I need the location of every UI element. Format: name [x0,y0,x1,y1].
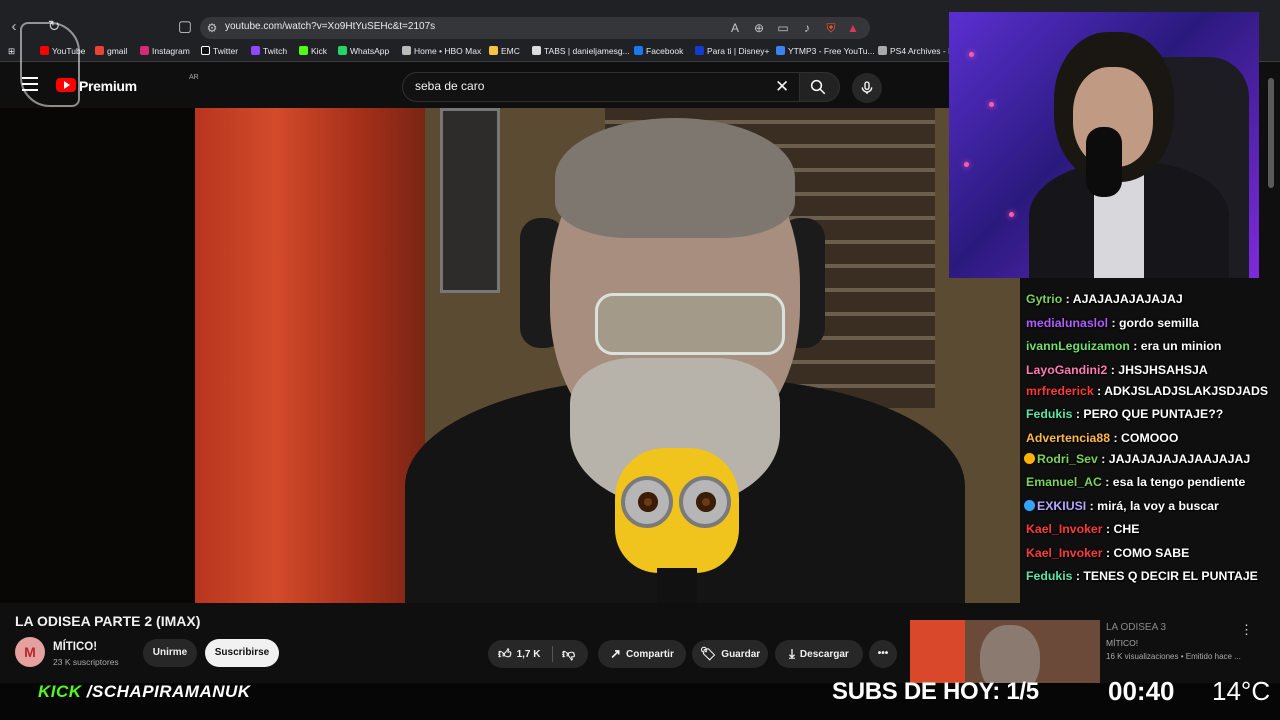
url-text[interactable]: youtube.com/watch?v=Xo9HtYuSEHc&t=2107s [225,21,435,32]
chat-message: Fedukis : PERO QUE PUNTAJE?? [1026,407,1224,421]
video-poster [440,108,500,293]
rewards-icon[interactable]: ▲ [845,20,861,36]
join-button[interactable]: Unirme [143,639,197,667]
chat-message: mrfrederick : ADKJSLADJSLAKJSDJADS [1026,384,1269,398]
more-icon: ••• [877,648,889,659]
bookmark-whatsapp[interactable]: WhatsApp [338,46,389,56]
chat-message: Kael_Invoker : COMO SABE [1026,545,1190,560]
bookmark-gmail[interactable]: gmail [95,46,127,56]
site-info-icon[interactable]: ⚙ [204,20,220,36]
screen: ‹ ↻ ▢ ⚙ youtube.com/watch?v=Xo9HtYuSEHc&… [0,0,1280,720]
save-icon: 🏷︎ [699,646,717,661]
more-actions-button[interactable]: ••• [869,640,897,668]
bookmark-tabs[interactable]: TABS | danieljamesg... [532,46,630,56]
bookmark-facebook[interactable]: Facebook [634,46,683,56]
bookmark-twitter[interactable]: Twitter [201,46,238,56]
video-title: LA ODISEA PARTE 2 (IMAX) [15,613,201,629]
streamer-microphone [1086,127,1122,197]
related-video-channel[interactable]: MÍTICO! [1106,638,1138,648]
chat-message: LayoGandini2 : JHSJHSAHSJA [1026,362,1208,377]
voice-search-button[interactable] [852,73,882,103]
download-icon: ⤓ [789,646,795,661]
scrollbar[interactable] [1268,78,1274,188]
temperature: 14°C [1212,676,1271,706]
download-button[interactable]: ⤓ Descargar [775,640,863,668]
related-more-icon[interactable]: ⋮ [1240,622,1253,638]
kick-channel-label: KICK /SCHAPIRAMANUK [38,682,251,701]
country-code: AR [189,74,199,81]
logo-text: Premium [79,78,137,94]
chat-badge-icon [1024,499,1035,511]
chat-message: Rodri_Sev : JAJAJAJAJAJAAJAJAJ [1020,450,1270,469]
bookmark-icon[interactable]: ▢ [176,18,194,36]
subscriber-count: 23 K suscriptores [53,657,119,667]
search-box: ✕ [402,72,800,102]
glasses [595,293,785,355]
share-icon: ↗ [610,646,622,661]
chat-message: EXKIUSI : mirá, la voy a buscar [1020,495,1270,519]
streamer-webcam [949,12,1259,278]
chat-message: ivannLeguizamon : era un minion [1026,339,1222,353]
bookmark-kick[interactable]: Kick [299,46,327,56]
related-video-meta: 16 K visualizaciones • Emitido hace ... [1106,652,1241,661]
bookmark-twitch[interactable]: Twitch [251,46,287,56]
bookmark-disney[interactable]: Para ti | Disney+ [695,46,769,56]
bookmark-emc[interactable]: EMC [489,46,520,56]
video-letterbox [0,108,195,603]
video-curtain [195,108,425,603]
video-player[interactable] [195,108,1020,603]
minion-eye-left [621,476,673,528]
like-dislike-group: 👍︎ 1,7 K 👎︎ [488,640,588,668]
bookmark-instagram[interactable]: Instagram [140,46,190,56]
stream-clock: 00:40 [1108,676,1175,706]
subs-counter: SUBS DE HOY: 1/5 [832,678,1039,705]
chat-message: Advertencia88 : COMOOO [1026,430,1179,445]
minion-eye-right [679,476,731,528]
translate-icon[interactable]: A [727,20,743,36]
cast-icon[interactable]: ▭ [775,20,791,36]
share-button[interactable]: ↗ Compartir [598,640,686,668]
brave-shield-icon[interactable]: ⛨ [823,20,839,36]
live-chat: Gytrio : AJAJAJAJAJAJAJ medialunaslol : … [1020,288,1270,589]
related-video-title[interactable]: LA ODISEA 3 [1106,622,1166,633]
search-input[interactable] [415,79,755,93]
like-icon[interactable]: 👍︎ [498,646,512,661]
bookmark-ytmp3[interactable]: YTMP3 - Free YouTu... [776,46,875,56]
subscribe-button[interactable]: Suscribirse [205,639,279,667]
chat-message: Kael_Invoker : CHE [1026,522,1140,536]
address-bar[interactable]: ⚙ youtube.com/watch?v=Xo9HtYuSEHc&t=2107… [200,17,870,39]
minion-microphone [615,448,739,573]
chat-badge-icon [1024,453,1035,464]
bookmark-hbo-max[interactable]: Home • HBO Max [402,46,481,56]
chat-message: Gytrio : AJAJAJAJAJAJAJ [1026,292,1183,306]
microphone-stand [657,568,697,603]
like-count[interactable]: 1,7 K [517,649,541,660]
chat-message: medialunaslol : gordo semilla [1026,315,1199,330]
search-button[interactable] [800,72,840,102]
save-button[interactable]: 🏷︎ Guardar [692,640,768,668]
bookmark-ps4-archives[interactable]: PS4 Archives - D [878,46,954,56]
channel-name[interactable]: MÍTICO! [53,641,97,653]
microphone-icon [861,81,873,94]
chat-message: Fedukis : TENES Q DECIR EL PUNTAJE [1026,569,1258,583]
zoom-icon[interactable]: ⊕ [751,20,767,36]
apps-icon[interactable]: ⊞ [8,46,15,57]
video-person-hair [555,118,795,238]
dislike-icon[interactable]: 👎︎ [562,640,575,668]
related-video-thumbnail[interactable] [910,620,1100,685]
channel-avatar[interactable]: M [15,637,45,667]
chat-message: Emanuel_AC : esa la tengo pendiente [1026,475,1246,489]
clear-search-icon[interactable]: ✕ [775,78,789,96]
streamer-logo-overlay [20,22,80,107]
media-icon[interactable]: ♪ [799,20,815,36]
search-icon [810,79,826,95]
